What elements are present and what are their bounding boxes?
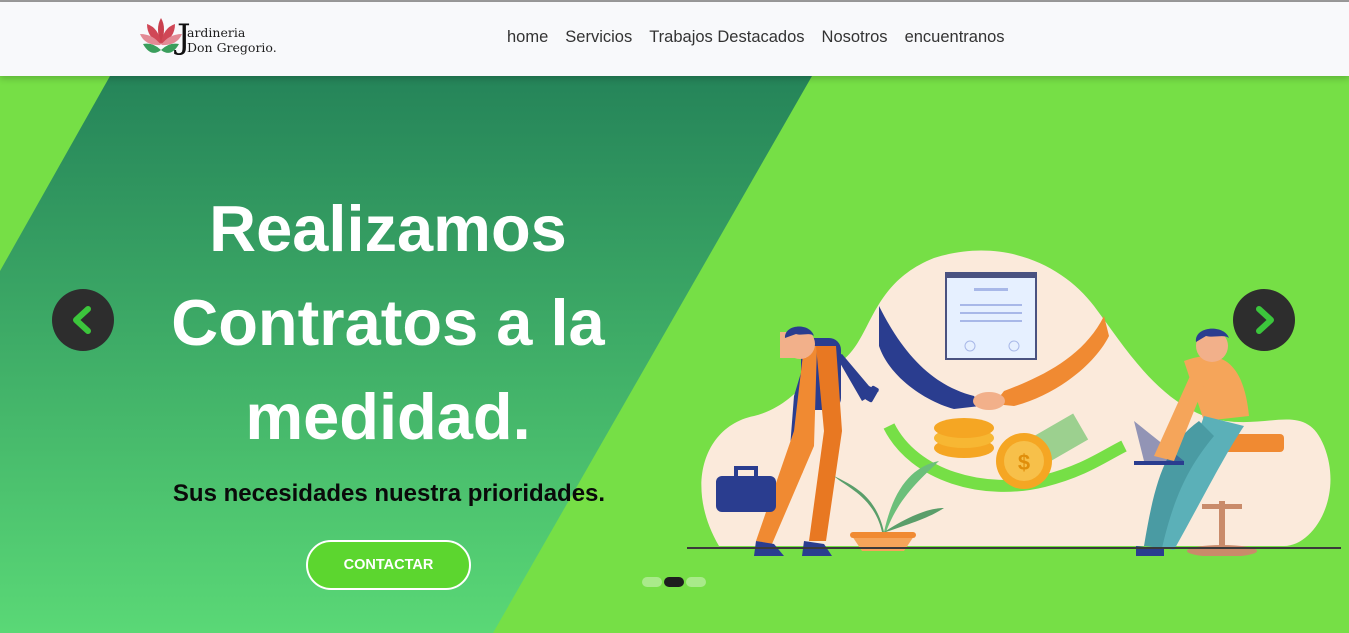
brand-logo[interactable]: J ardineria Don Gregorio. [137,14,297,62]
nav-links: home Servicios Trabajos Destacados Nosot… [507,28,1005,47]
nav-link-nosotros[interactable]: Nosotros [822,28,888,47]
business-handshake-illustration: $ [687,250,1341,556]
carousel-next-button[interactable] [1233,289,1295,351]
carousel-indicator-3[interactable] [686,577,706,587]
contactar-button[interactable]: CONTACTAR [306,540,471,590]
brand-line-1: ardineria [187,25,246,40]
hero-carousel: $ Realizamos Contratos a la medidad. Sus… [0,76,1349,633]
hero-subheadline: Sus necesidades nuestra prioridades. [172,480,606,507]
nav-link-home[interactable]: home [507,28,548,47]
svg-text:$: $ [1018,450,1030,475]
carousel-indicator-2[interactable] [664,577,684,587]
nav-link-trabajos-destacados[interactable]: Trabajos Destacados [649,28,804,47]
chevron-right-icon [1256,306,1274,334]
brand-name: ardineria Don Gregorio. [187,25,277,55]
carousel-indicator-1[interactable] [642,577,662,587]
brand-line-2: Don Gregorio. [187,40,277,55]
hero-headline: Realizamos Contratos a la medidad. [171,192,605,453]
carousel-indicators [642,577,706,587]
nav-link-servicios[interactable]: Servicios [565,28,632,47]
chevron-left-icon [73,306,91,334]
navbar: J ardineria Don Gregorio. home Servicios… [0,2,1349,76]
carousel-prev-button[interactable] [52,289,114,351]
nav-link-encuentranos[interactable]: encuentranos [905,28,1005,47]
